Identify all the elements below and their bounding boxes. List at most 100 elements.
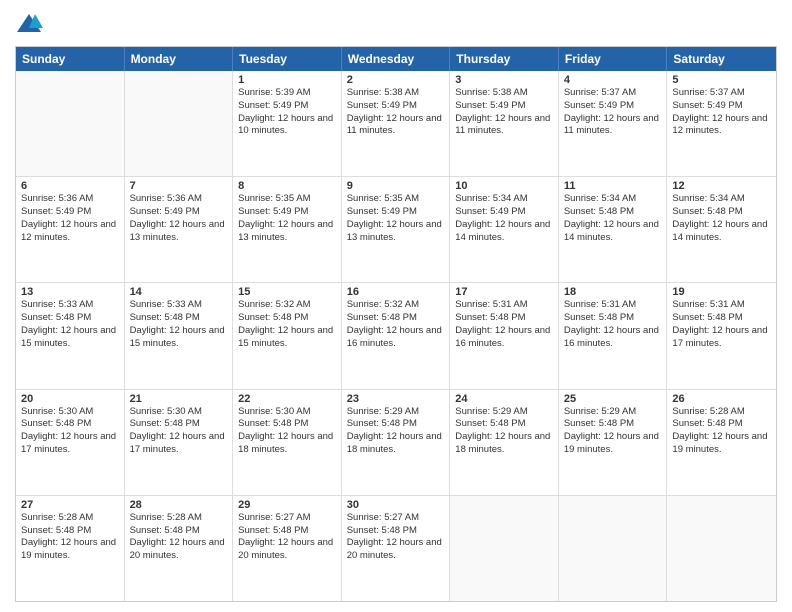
cell-info: Sunrise: 5:27 AMSunset: 5:48 PMDaylight:…	[238, 512, 336, 563]
cell-info: Sunrise: 5:27 AMSunset: 5:48 PMDaylight:…	[347, 512, 445, 563]
logo	[15, 10, 47, 38]
day-number: 9	[347, 180, 445, 192]
day-number: 8	[238, 180, 336, 192]
day-number: 1	[238, 74, 336, 86]
day-number: 19	[672, 286, 771, 298]
day-number: 30	[347, 499, 445, 511]
calendar-cell: 7Sunrise: 5:36 AMSunset: 5:49 PMDaylight…	[125, 177, 234, 282]
day-number: 12	[672, 180, 771, 192]
calendar-cell: 6Sunrise: 5:36 AMSunset: 5:49 PMDaylight…	[16, 177, 125, 282]
calendar-cell: 20Sunrise: 5:30 AMSunset: 5:48 PMDayligh…	[16, 390, 125, 495]
calendar-cell: 10Sunrise: 5:34 AMSunset: 5:49 PMDayligh…	[450, 177, 559, 282]
calendar-cell: 17Sunrise: 5:31 AMSunset: 5:48 PMDayligh…	[450, 283, 559, 388]
cell-info: Sunrise: 5:30 AMSunset: 5:48 PMDaylight:…	[238, 406, 336, 457]
calendar-cell: 8Sunrise: 5:35 AMSunset: 5:49 PMDaylight…	[233, 177, 342, 282]
cell-info: Sunrise: 5:28 AMSunset: 5:48 PMDaylight:…	[21, 512, 119, 563]
day-number: 18	[564, 286, 662, 298]
calendar-cell: 5Sunrise: 5:37 AMSunset: 5:49 PMDaylight…	[667, 71, 776, 176]
weekday-header: Monday	[125, 47, 234, 71]
calendar-cell: 21Sunrise: 5:30 AMSunset: 5:48 PMDayligh…	[125, 390, 234, 495]
day-number: 20	[21, 393, 119, 405]
calendar-cell: 11Sunrise: 5:34 AMSunset: 5:48 PMDayligh…	[559, 177, 668, 282]
day-number: 21	[130, 393, 228, 405]
day-number: 4	[564, 74, 662, 86]
day-number: 5	[672, 74, 771, 86]
day-number: 10	[455, 180, 553, 192]
cell-info: Sunrise: 5:39 AMSunset: 5:49 PMDaylight:…	[238, 87, 336, 138]
day-number: 17	[455, 286, 553, 298]
weekday-header: Friday	[559, 47, 668, 71]
calendar-week-row: 27Sunrise: 5:28 AMSunset: 5:48 PMDayligh…	[16, 496, 776, 601]
day-number: 23	[347, 393, 445, 405]
calendar-cell: 23Sunrise: 5:29 AMSunset: 5:48 PMDayligh…	[342, 390, 451, 495]
weekday-header: Thursday	[450, 47, 559, 71]
calendar-cell: 1Sunrise: 5:39 AMSunset: 5:49 PMDaylight…	[233, 71, 342, 176]
calendar-cell: 18Sunrise: 5:31 AMSunset: 5:48 PMDayligh…	[559, 283, 668, 388]
calendar-cell: 9Sunrise: 5:35 AMSunset: 5:49 PMDaylight…	[342, 177, 451, 282]
cell-info: Sunrise: 5:33 AMSunset: 5:48 PMDaylight:…	[130, 299, 228, 350]
weekday-header: Tuesday	[233, 47, 342, 71]
calendar-cell: 22Sunrise: 5:30 AMSunset: 5:48 PMDayligh…	[233, 390, 342, 495]
cell-info: Sunrise: 5:38 AMSunset: 5:49 PMDaylight:…	[455, 87, 553, 138]
cell-info: Sunrise: 5:31 AMSunset: 5:48 PMDaylight:…	[455, 299, 553, 350]
calendar-cell: 28Sunrise: 5:28 AMSunset: 5:48 PMDayligh…	[125, 496, 234, 601]
day-number: 28	[130, 499, 228, 511]
calendar-week-row: 20 Sunrise: 5:30 AMSunset: 5:48 PMDayligh…	[16, 390, 776, 496]
day-number: 27	[21, 499, 119, 511]
day-number: 3	[455, 74, 553, 86]
page: SundayMondayTuesdayWednesdayThursdayFrid…	[0, 0, 792, 612]
calendar-cell: 25Sunrise: 5:29 AMSunset: 5:48 PMDayligh…	[559, 390, 668, 495]
cell-info: Sunrise: 5:29 AMSunset: 5:48 PMDaylight:…	[455, 406, 553, 457]
cell-info: Sunrise: 5:31 AMSunset: 5:48 PMDaylight:…	[672, 299, 771, 350]
cell-info: Sunrise: 5:35 AMSunset: 5:49 PMDaylight:…	[347, 193, 445, 244]
weekday-header: Saturday	[667, 47, 776, 71]
calendar-cell: 15Sunrise: 5:32 AMSunset: 5:48 PMDayligh…	[233, 283, 342, 388]
calendar-cell: 24Sunrise: 5:29 AMSunset: 5:48 PMDayligh…	[450, 390, 559, 495]
cell-info: Sunrise: 5:35 AMSunset: 5:49 PMDaylight:…	[238, 193, 336, 244]
cell-info: Sunrise: 5:37 AMSunset: 5:49 PMDaylight:…	[564, 87, 662, 138]
calendar-week-row: 1Sunrise: 5:39 AMSunset: 5:49 PMDaylight…	[16, 71, 776, 177]
calendar-cell: 16Sunrise: 5:32 AMSunset: 5:48 PMDayligh…	[342, 283, 451, 388]
cell-info: Sunrise: 5:33 AMSunset: 5:48 PMDaylight:…	[21, 299, 119, 350]
day-number: 29	[238, 499, 336, 511]
calendar-cell: 14Sunrise: 5:33 AMSunset: 5:48 PMDayligh…	[125, 283, 234, 388]
day-number: 25	[564, 393, 662, 405]
day-number: 26	[672, 393, 771, 405]
cell-info: Sunrise: 5:29 AMSunset: 5:48 PMDaylight:…	[564, 406, 662, 457]
cell-info: Sunrise: 5:32 AMSunset: 5:48 PMDaylight:…	[347, 299, 445, 350]
calendar-cell: 2Sunrise: 5:38 AMSunset: 5:49 PMDaylight…	[342, 71, 451, 176]
cell-info: Sunrise: 5:34 AMSunset: 5:48 PMDaylight:…	[564, 193, 662, 244]
day-number: 2	[347, 74, 445, 86]
calendar-cell: 3Sunrise: 5:38 AMSunset: 5:49 PMDaylight…	[450, 71, 559, 176]
cell-info: Sunrise: 5:34 AMSunset: 5:49 PMDaylight:…	[455, 193, 553, 244]
cell-info: Sunrise: 5:28 AMSunset: 5:48 PMDaylight:…	[672, 406, 771, 457]
calendar-cell: 29Sunrise: 5:27 AMSunset: 5:48 PMDayligh…	[233, 496, 342, 601]
cell-info: Sunrise: 5:30 AMSunset: 5:48 PMDaylight:…	[130, 406, 228, 457]
calendar-cell: 19Sunrise: 5:31 AMSunset: 5:48 PMDayligh…	[667, 283, 776, 388]
cell-info: Sunrise: 5:37 AMSunset: 5:49 PMDaylight:…	[672, 87, 771, 138]
calendar-cell: 27Sunrise: 5:28 AMSunset: 5:48 PMDayligh…	[16, 496, 125, 601]
cell-info: Sunrise: 5:32 AMSunset: 5:48 PMDaylight:…	[238, 299, 336, 350]
day-number: 7	[130, 180, 228, 192]
calendar-body: 1Sunrise: 5:39 AMSunset: 5:49 PMDaylight…	[16, 71, 776, 601]
day-number: 24	[455, 393, 553, 405]
header	[15, 10, 777, 38]
weekday-header: Wednesday	[342, 47, 451, 71]
cell-info: Sunrise: 5:38 AMSunset: 5:49 PMDaylight:…	[347, 87, 445, 138]
day-number: 14	[130, 286, 228, 298]
calendar-cell: 12Sunrise: 5:34 AMSunset: 5:48 PMDayligh…	[667, 177, 776, 282]
calendar-cell	[559, 496, 668, 601]
weekday-header: Sunday	[16, 47, 125, 71]
cell-info: Sunrise: 5:31 AMSunset: 5:48 PMDaylight:…	[564, 299, 662, 350]
day-number: 16	[347, 286, 445, 298]
cell-info: Sunrise: 5:28 AMSunset: 5:48 PMDaylight:…	[130, 512, 228, 563]
cell-info: Sunrise: 5:36 AMSunset: 5:49 PMDaylight:…	[21, 193, 119, 244]
cell-info: Sunrise: 5:34 AMSunset: 5:48 PMDaylight:…	[672, 193, 771, 244]
logo-icon	[15, 10, 43, 38]
calendar-cell: 4Sunrise: 5:37 AMSunset: 5:49 PMDaylight…	[559, 71, 668, 176]
calendar-cell	[16, 71, 125, 176]
calendar-week-row: 13Sunrise: 5:33 AMSunset: 5:48 PMDayligh…	[16, 283, 776, 389]
calendar-cell: 26Sunrise: 5:28 AMSunset: 5:48 PMDayligh…	[667, 390, 776, 495]
day-number: 13	[21, 286, 119, 298]
calendar: SundayMondayTuesdayWednesdayThursdayFrid…	[15, 46, 777, 602]
